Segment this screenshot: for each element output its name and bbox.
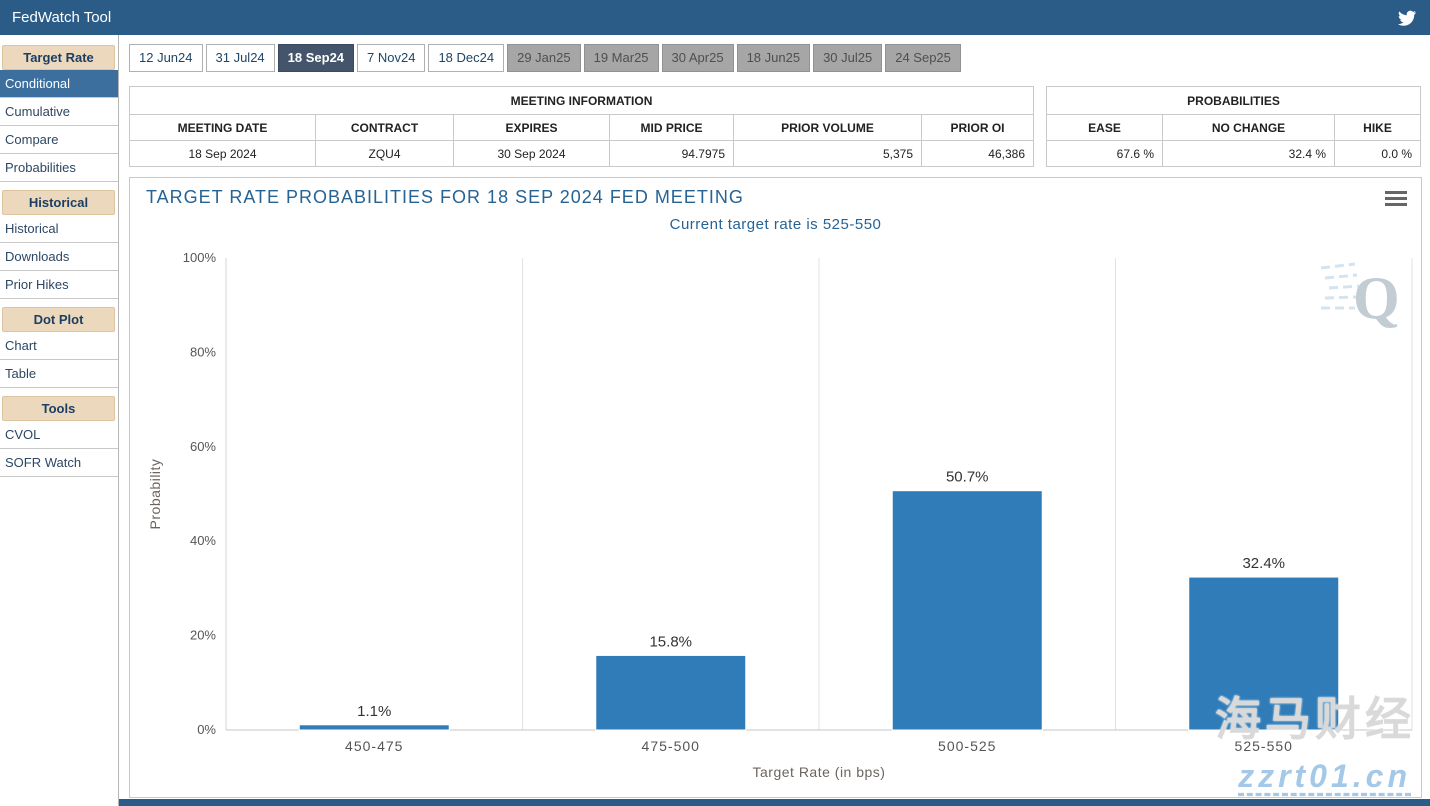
sidebar: Target RateConditionalCumulativeCompareP… xyxy=(0,35,119,806)
chart-title: TARGET RATE PROBABILITIES FOR 18 SEP 202… xyxy=(146,187,744,208)
sidebar-item-cvol[interactable]: CVOL xyxy=(0,421,118,449)
chart-panel: TARGET RATE PROBABILITIES FOR 18 SEP 202… xyxy=(129,177,1422,798)
watermark-site-url: zzrt01.cn xyxy=(1238,758,1411,795)
chart-menu-icon[interactable] xyxy=(1385,191,1407,209)
sidebar-item-sofr-watch[interactable]: SOFR Watch xyxy=(0,449,118,477)
probabilities-col-hike: HIKE xyxy=(1335,115,1421,141)
x-tick-label: 450-475 xyxy=(345,738,403,754)
sidebar-section-tools: Tools xyxy=(2,396,115,421)
tab-12-jun24[interactable]: 12 Jun24 xyxy=(129,44,203,72)
twitter-bird-icon xyxy=(1398,9,1416,27)
sidebar-item-historical[interactable]: Historical xyxy=(0,215,118,243)
sidebar-item-cumulative[interactable]: Cumulative xyxy=(0,98,118,126)
meeting-title: MEETING INFORMATION xyxy=(130,87,1034,115)
watermark-site-name: 海马财经 xyxy=(1215,683,1415,749)
sidebar-item-conditional[interactable]: Conditional xyxy=(0,70,118,98)
sidebar-item-table[interactable]: Table xyxy=(0,360,118,388)
meeting-col-meeting-date: MEETING DATE xyxy=(130,115,316,141)
sidebar-item-chart[interactable]: Chart xyxy=(0,332,118,360)
meeting-col-mid-price: MID PRICE xyxy=(610,115,734,141)
meeting-value-contract: ZQU4 xyxy=(316,141,454,167)
y-tick-label: 20% xyxy=(190,628,216,643)
bar-value-label: 15.8% xyxy=(649,633,692,650)
sidebar-section-historical: Historical xyxy=(2,190,115,215)
quikstrike-logo-watermark: Q xyxy=(1319,256,1405,339)
probabilities-value-no-change: 32.4 % xyxy=(1163,141,1335,167)
bar-475-500[interactable] xyxy=(596,655,746,730)
tab-7-nov24[interactable]: 7 Nov24 xyxy=(357,44,425,72)
tab-30-jul25[interactable]: 30 Jul25 xyxy=(813,44,882,72)
sidebar-item-compare[interactable]: Compare xyxy=(0,126,118,154)
meeting-col-prior-oi: PRIOR OI xyxy=(922,115,1034,141)
bar-450-475[interactable] xyxy=(299,725,449,730)
sidebar-item-probabilities[interactable]: Probabilities xyxy=(0,154,118,182)
twitter-icon[interactable] xyxy=(1398,8,1418,28)
meeting-col-prior-volume: PRIOR VOLUME xyxy=(734,115,922,141)
main-panel: 12 Jun2431 Jul2418 Sep247 Nov2418 Dec242… xyxy=(119,35,1430,806)
fedwatch-app: FedWatch Tool Target RateConditionalCumu… xyxy=(0,0,1430,806)
sidebar-section-dot-plot: Dot Plot xyxy=(2,307,115,332)
footer-bar xyxy=(119,799,1430,806)
svg-text:Q: Q xyxy=(1353,265,1400,331)
tab-30-apr25[interactable]: 30 Apr25 xyxy=(662,44,734,72)
meeting-col-contract: CONTRACT xyxy=(316,115,454,141)
probabilities-title: PROBABILITIES xyxy=(1047,87,1421,115)
meeting-col-expires: EXPIRES xyxy=(454,115,610,141)
bar-value-label: 1.1% xyxy=(357,703,391,720)
y-tick-label: 60% xyxy=(190,439,216,454)
x-tick-label: 475-500 xyxy=(642,738,700,754)
bar-value-label: 50.7% xyxy=(946,469,989,486)
page-content: Target RateConditionalCumulativeCompareP… xyxy=(0,35,1430,806)
x-axis-title: Target Rate (in bps) xyxy=(753,764,886,780)
tab-18-sep24[interactable]: 18 Sep24 xyxy=(278,44,354,72)
tab-31-jul24[interactable]: 31 Jul24 xyxy=(206,44,275,72)
summary-tables: MEETING INFORMATIONMEETING DATECONTRACTE… xyxy=(129,86,1422,167)
probabilities-value-hike: 0.0 % xyxy=(1335,141,1421,167)
chart-subtitle: Current target rate is 525-550 xyxy=(130,216,1421,233)
meeting-value-meeting-date: 18 Sep 2024 xyxy=(130,141,316,167)
meeting-value-expires: 30 Sep 2024 xyxy=(454,141,610,167)
probabilities-table: PROBABILITIESEASENO CHANGEHIKE 67.6 %32.4… xyxy=(1046,86,1421,167)
tab-29-jan25[interactable]: 29 Jan25 xyxy=(507,44,581,72)
app-title: FedWatch Tool xyxy=(12,9,111,26)
tab-19-mar25[interactable]: 19 Mar25 xyxy=(584,44,659,72)
bar-500-525[interactable] xyxy=(892,491,1042,730)
meeting-date-tabs: 12 Jun2431 Jul2418 Sep247 Nov2418 Dec242… xyxy=(129,44,1422,72)
meeting-value-prior-oi: 46,386 xyxy=(922,141,1034,167)
y-tick-label: 100% xyxy=(183,250,217,265)
probabilities-value-ease: 67.6 % xyxy=(1047,141,1163,167)
y-tick-label: 40% xyxy=(190,533,216,548)
meeting-value-mid-price: 94.7975 xyxy=(610,141,734,167)
y-tick-label: 80% xyxy=(190,344,216,359)
tab-18-jun25[interactable]: 18 Jun25 xyxy=(737,44,811,72)
sidebar-item-prior-hikes[interactable]: Prior Hikes xyxy=(0,271,118,299)
y-tick-label: 0% xyxy=(197,722,216,737)
bar-value-label: 32.4% xyxy=(1242,555,1285,572)
probabilities-col-no-change: NO CHANGE xyxy=(1163,115,1335,141)
sidebar-item-downloads[interactable]: Downloads xyxy=(0,243,118,271)
app-header: FedWatch Tool xyxy=(0,0,1430,35)
tab-24-sep25[interactable]: 24 Sep25 xyxy=(885,44,961,72)
meeting-information-table: MEETING INFORMATIONMEETING DATECONTRACTE… xyxy=(129,86,1034,167)
meeting-value-prior-volume: 5,375 xyxy=(734,141,922,167)
probabilities-col-ease: EASE xyxy=(1047,115,1163,141)
x-tick-label: 500-525 xyxy=(938,738,996,754)
sidebar-section-target-rate: Target Rate xyxy=(2,45,115,70)
y-axis-title: Probability xyxy=(147,459,163,530)
tab-18-dec24[interactable]: 18 Dec24 xyxy=(428,44,504,72)
